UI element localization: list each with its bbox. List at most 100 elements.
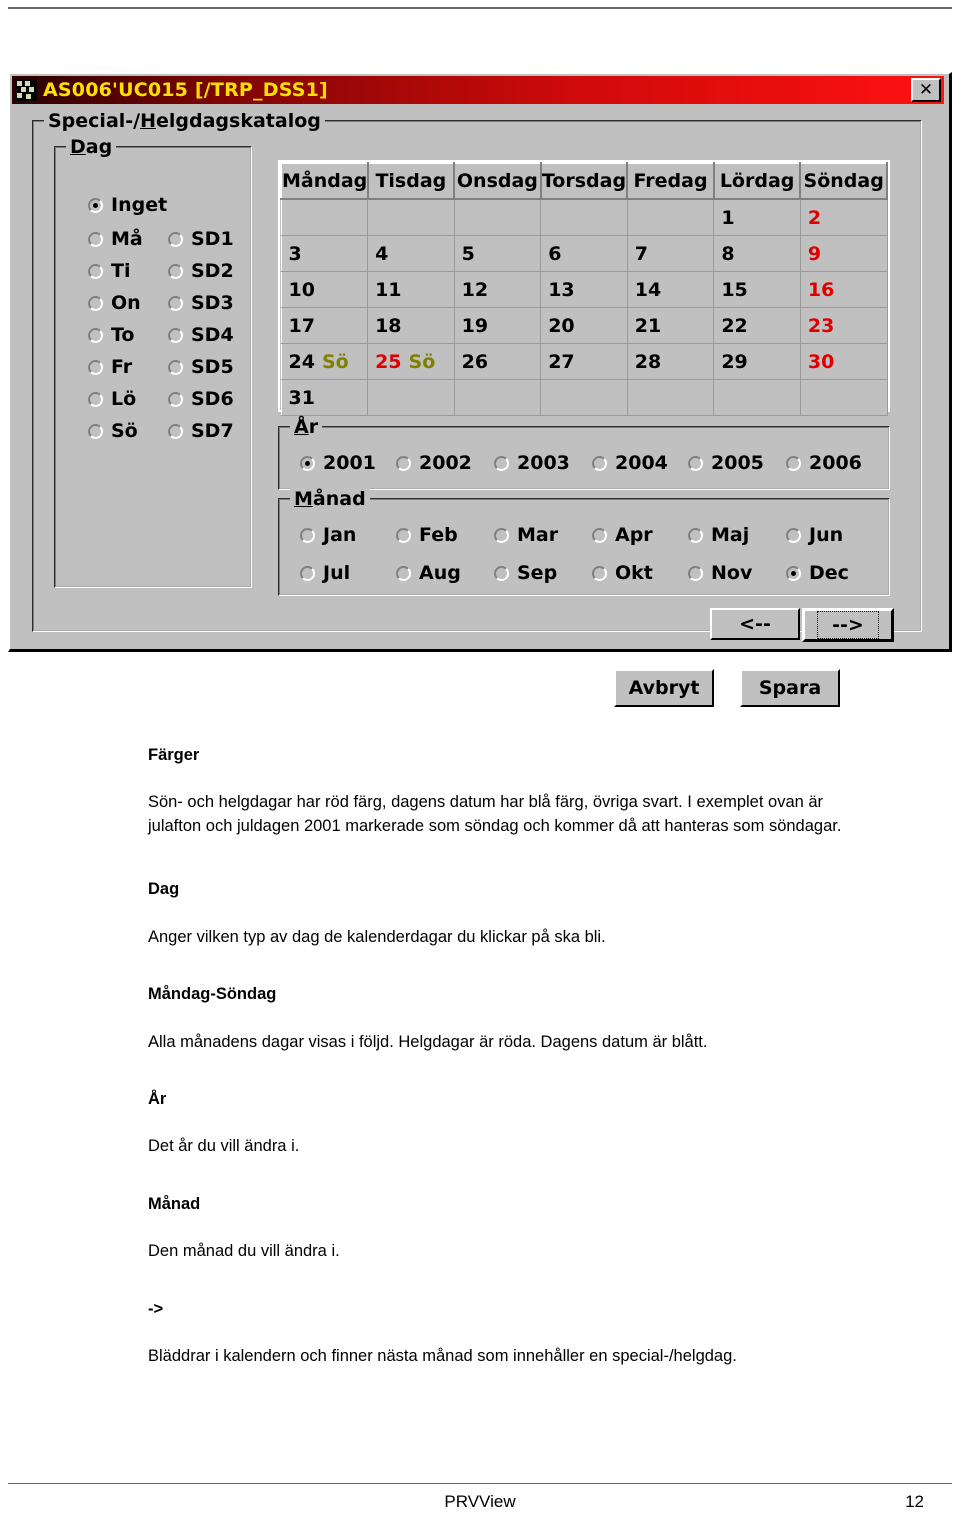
radio-year-2002[interactable]: 2002 bbox=[396, 452, 472, 474]
radio-dot-icon bbox=[168, 231, 183, 247]
calendar-day-cell[interactable]: 31 bbox=[280, 379, 369, 416]
calendar-day-cell[interactable]: 9 bbox=[799, 235, 888, 272]
calendar-day-cell[interactable]: 10 bbox=[280, 271, 369, 308]
prev-month-button[interactable]: <-- bbox=[710, 608, 800, 640]
radio-dag-fr[interactable]: Fr bbox=[88, 356, 132, 378]
calendar-day-cell[interactable]: 28 bbox=[626, 343, 715, 380]
radio-label: Sö bbox=[111, 420, 138, 442]
radio-dag-lo[interactable]: Lö bbox=[88, 388, 136, 410]
radio-label: Mar bbox=[517, 524, 559, 546]
radio-month-feb[interactable]: Feb bbox=[396, 524, 458, 546]
legend-accel: D bbox=[70, 136, 86, 158]
calendar-day-cell[interactable]: 18 bbox=[367, 307, 455, 344]
radio-month-maj[interactable]: Maj bbox=[688, 524, 749, 546]
radio-label: Apr bbox=[615, 524, 653, 546]
calendar-day-cell[interactable]: 29 bbox=[713, 343, 801, 380]
calendar-day-number: 28 bbox=[634, 350, 662, 373]
footer-doc-name: PRVView bbox=[444, 1492, 516, 1511]
calendar-day-cell[interactable]: 5 bbox=[453, 235, 542, 272]
calendar-day-cell[interactable] bbox=[540, 379, 628, 416]
calendar-day-cell[interactable] bbox=[367, 379, 455, 416]
radio-dot-icon bbox=[688, 527, 703, 543]
calendar-day-cell[interactable]: 14 bbox=[626, 271, 715, 308]
calendar-day-tag: Sö bbox=[408, 350, 436, 373]
calendar-day-cell[interactable] bbox=[367, 198, 455, 236]
calendar-day-cell[interactable]: 25 Sö bbox=[367, 343, 455, 380]
radio-year-2004[interactable]: 2004 bbox=[592, 452, 668, 474]
cancel-button[interactable]: Avbryt bbox=[614, 669, 714, 707]
calendar-day-cell[interactable]: 2 bbox=[799, 198, 888, 236]
radio-month-jul[interactable]: Jul bbox=[300, 562, 350, 584]
radio-month-jan[interactable]: Jan bbox=[300, 524, 356, 546]
radio-dag-inget[interactable]: Inget bbox=[88, 194, 167, 216]
radio-dot-icon bbox=[88, 263, 103, 279]
calendar-day-cell[interactable]: 24 Sö bbox=[280, 343, 369, 380]
calendar-day-cell[interactable]: 11 bbox=[367, 271, 455, 308]
radio-month-nov[interactable]: Nov bbox=[688, 562, 752, 584]
radio-dag-sd2[interactable]: SD2 bbox=[168, 260, 234, 282]
radio-dag-sd4[interactable]: SD4 bbox=[168, 324, 234, 346]
calendar-day-cell[interactable] bbox=[540, 198, 628, 236]
radio-dot-icon bbox=[396, 527, 411, 543]
radio-year-2006[interactable]: 2006 bbox=[786, 452, 862, 474]
calendar-day-cell[interactable]: 12 bbox=[453, 271, 542, 308]
save-button[interactable]: Spara bbox=[740, 669, 840, 707]
radio-dag-sd6[interactable]: SD6 bbox=[168, 388, 234, 410]
group-manad-legend: Månad bbox=[290, 488, 370, 510]
calendar-day-cell[interactable] bbox=[626, 379, 715, 416]
calendar-day-cell[interactable]: 20 bbox=[540, 307, 628, 344]
calendar-day-cell[interactable]: 30 bbox=[799, 343, 888, 380]
calendar-day-cell[interactable]: 8 bbox=[713, 235, 801, 272]
calendar-day-cell[interactable]: 27 bbox=[540, 343, 628, 380]
calendar-day-cell[interactable]: 21 bbox=[626, 307, 715, 344]
calendar-row: 24 Sö 25 Sö 26 27 28 29 30 bbox=[280, 343, 888, 380]
calendar-day-cell[interactable]: 4 bbox=[367, 235, 455, 272]
radio-month-sep[interactable]: Sep bbox=[494, 562, 557, 584]
radio-dag-ti[interactable]: Ti bbox=[88, 260, 130, 282]
calendar-day-cell[interactable]: 15 bbox=[713, 271, 801, 308]
calendar-day-cell[interactable] bbox=[713, 379, 801, 416]
footer-page-number: 12 bbox=[905, 1492, 924, 1511]
calendar-grid[interactable]: Måndag Tisdag Onsdag Torsdag Fredag Lörd… bbox=[278, 160, 890, 416]
calendar-day-cell[interactable]: 19 bbox=[453, 307, 542, 344]
calendar-day-cell[interactable] bbox=[453, 198, 542, 236]
radio-dag-sd7[interactable]: SD7 bbox=[168, 420, 234, 442]
radio-month-aug[interactable]: Aug bbox=[396, 562, 461, 584]
calendar-day-cell[interactable]: 22 bbox=[713, 307, 801, 344]
calendar-day-cell[interactable]: 26 bbox=[453, 343, 542, 380]
calendar-day-cell[interactable]: 23 bbox=[799, 307, 888, 344]
window-titlebar[interactable]: AS006'UC015 [/TRP_DSS1] ✕ bbox=[12, 76, 944, 104]
next-month-button[interactable]: --> bbox=[802, 608, 894, 642]
calendar-day-cell[interactable]: 13 bbox=[540, 271, 628, 308]
radio-year-2001[interactable]: 2001 bbox=[300, 452, 376, 474]
radio-dag-ma[interactable]: Må bbox=[88, 228, 143, 250]
radio-month-mar[interactable]: Mar bbox=[494, 524, 558, 546]
radio-year-2005[interactable]: 2005 bbox=[688, 452, 764, 474]
radio-month-apr[interactable]: Apr bbox=[592, 524, 653, 546]
calendar-day-cell[interactable]: 7 bbox=[626, 235, 715, 272]
calendar-day-cell[interactable]: 1 bbox=[713, 198, 801, 236]
application-window: AS006'UC015 [/TRP_DSS1] ✕ Special-/Helgd… bbox=[8, 72, 952, 707]
radio-dag-on[interactable]: On bbox=[88, 292, 141, 314]
radio-month-okt[interactable]: Okt bbox=[592, 562, 653, 584]
radio-dag-to[interactable]: To bbox=[88, 324, 135, 346]
radio-dag-sd5[interactable]: SD5 bbox=[168, 356, 234, 378]
calendar-day-cell[interactable] bbox=[626, 198, 715, 236]
radio-year-2003[interactable]: 2003 bbox=[494, 452, 570, 474]
radio-month-dec[interactable]: Dec bbox=[786, 562, 849, 584]
radio-dag-sd3[interactable]: SD3 bbox=[168, 292, 234, 314]
close-icon[interactable]: ✕ bbox=[911, 78, 941, 102]
calendar-day-number: 22 bbox=[721, 314, 748, 337]
radio-month-jun[interactable]: Jun bbox=[786, 524, 843, 546]
calendar-day-cell[interactable] bbox=[280, 198, 369, 236]
radio-dag-so[interactable]: Sö bbox=[88, 420, 138, 442]
calendar-row: 3 4 5 6 7 8 9 bbox=[280, 235, 888, 272]
calendar-day-cell[interactable]: 6 bbox=[540, 235, 628, 272]
calendar-day-cell[interactable] bbox=[799, 379, 888, 416]
radio-dag-sd1[interactable]: SD1 bbox=[168, 228, 234, 250]
calendar-day-cell[interactable] bbox=[453, 379, 542, 416]
radio-label: 2003 bbox=[517, 452, 570, 474]
calendar-day-cell[interactable]: 16 bbox=[799, 271, 888, 308]
calendar-day-cell[interactable]: 17 bbox=[280, 307, 369, 344]
calendar-day-cell[interactable]: 3 bbox=[280, 235, 369, 272]
